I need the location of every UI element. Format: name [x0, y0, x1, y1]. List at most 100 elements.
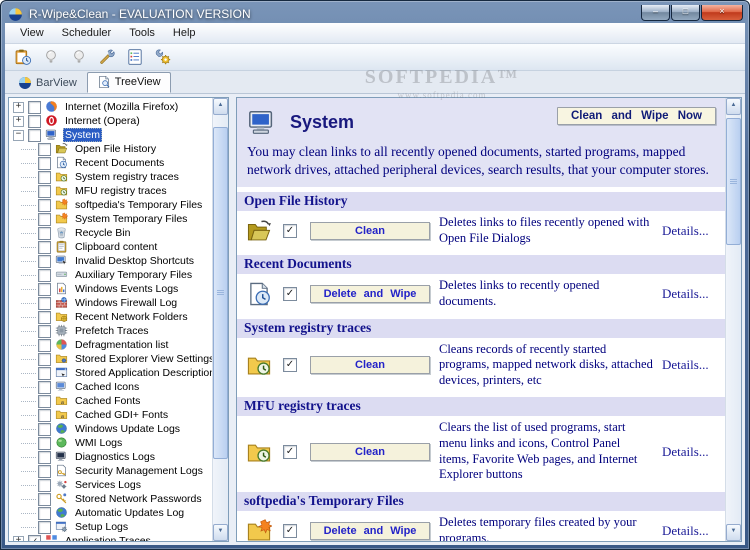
scroll-up-icon[interactable]: ▲: [726, 98, 741, 115]
section-checkbox[interactable]: ✓: [283, 224, 297, 238]
expand-icon[interactable]: +: [13, 102, 24, 113]
tree-item-label[interactable]: Clipboard content: [73, 240, 159, 254]
tree-checkbox[interactable]: ✓: [28, 535, 41, 542]
tree-scroll-thumb[interactable]: [213, 127, 228, 459]
tree-item-label[interactable]: Windows Events Logs: [73, 282, 180, 296]
toolbar-button-4[interactable]: [94, 46, 119, 68]
tree-checkbox[interactable]: [38, 395, 51, 408]
tree-item[interactable]: aCached GDI+ Fonts: [9, 408, 212, 422]
minimize-button[interactable]: –: [641, 5, 670, 21]
tree-item[interactable]: − System: [9, 128, 212, 142]
tree-checkbox[interactable]: [28, 101, 41, 114]
tree-checkbox[interactable]: [38, 241, 51, 254]
expand-icon[interactable]: +: [13, 536, 24, 542]
tree-checkbox[interactable]: [38, 353, 51, 366]
tree-item[interactable]: Windows Events Logs: [9, 282, 212, 296]
tree-item-label[interactable]: Recent Documents: [73, 156, 166, 170]
tree-item[interactable]: softpedia's Temporary Files: [9, 198, 212, 212]
tree-item-label[interactable]: softpedia's Temporary Files: [73, 198, 204, 212]
section-checkbox[interactable]: ✓: [283, 287, 297, 301]
tree-item-label[interactable]: Auxiliary Temporary Files: [73, 268, 194, 282]
expand-icon[interactable]: +: [13, 116, 24, 127]
tree-item-label[interactable]: Cached Fonts: [73, 394, 142, 408]
tree-item-label[interactable]: Windows Update Logs: [73, 422, 182, 436]
tree-item[interactable]: Prefetch Traces: [9, 324, 212, 338]
tree-item[interactable]: Stored Network Passwords: [9, 492, 212, 506]
details-link[interactable]: Details...: [662, 357, 717, 373]
tree-item-label[interactable]: Services Logs: [73, 478, 143, 492]
tree-checkbox[interactable]: [38, 409, 51, 422]
scroll-down-icon[interactable]: ▼: [213, 524, 228, 541]
tree-item[interactable]: Recycle Bin: [9, 226, 212, 240]
menu-scheduler[interactable]: Scheduler: [53, 25, 121, 41]
tree-checkbox[interactable]: [38, 437, 51, 450]
tree-item[interactable]: System registry traces: [9, 170, 212, 184]
collapse-icon[interactable]: −: [13, 130, 24, 141]
tree-item[interactable]: Windows Update Logs: [9, 422, 212, 436]
tree-checkbox[interactable]: [38, 367, 51, 380]
tree-item[interactable]: Defragmentation list: [9, 338, 212, 352]
tab-barview[interactable]: BarView: [8, 73, 87, 93]
tree-item[interactable]: System Temporary Files: [9, 212, 212, 226]
tree-item-label[interactable]: Stored Application Descriptions: [73, 366, 212, 380]
clean-button[interactable]: Delete and Wipe: [310, 285, 430, 303]
tree-item-label[interactable]: System: [63, 128, 102, 142]
tree-item[interactable]: + Internet (Opera): [9, 114, 212, 128]
tree-item[interactable]: Windows Firewall Log: [9, 296, 212, 310]
section-checkbox[interactable]: ✓: [283, 358, 297, 372]
tree-item[interactable]: Diagnostics Logs: [9, 450, 212, 464]
tree-checkbox[interactable]: [38, 185, 51, 198]
tree-checkbox[interactable]: [38, 507, 51, 520]
tree-checkbox[interactable]: [38, 143, 51, 156]
close-button[interactable]: ×: [701, 5, 743, 21]
details-link[interactable]: Details...: [662, 223, 717, 239]
tree-checkbox[interactable]: [38, 157, 51, 170]
panel-scrollbar[interactable]: ▲ ▼: [725, 98, 741, 541]
tree-checkbox[interactable]: [38, 451, 51, 464]
tree-checkbox[interactable]: [38, 227, 51, 240]
menu-tools[interactable]: Tools: [120, 25, 164, 41]
tree-item[interactable]: Invalid Desktop Shortcuts: [9, 254, 212, 268]
tree-checkbox[interactable]: [38, 465, 51, 478]
tree-item[interactable]: aCached Fonts: [9, 394, 212, 408]
toolbar-button-1[interactable]: [10, 46, 35, 68]
tree-item-label[interactable]: Stored Network Passwords: [73, 492, 204, 506]
scroll-down-icon[interactable]: ▼: [726, 524, 741, 541]
tree-checkbox[interactable]: [38, 521, 51, 534]
menu-help[interactable]: Help: [164, 25, 205, 41]
scroll-up-icon[interactable]: ▲: [213, 98, 228, 115]
menu-view[interactable]: View: [11, 25, 53, 41]
clean-and-wipe-now-button[interactable]: Clean and Wipe Now: [557, 107, 716, 125]
tree-item[interactable]: WMI Logs: [9, 436, 212, 450]
toolbar-button-3[interactable]: [66, 46, 91, 68]
section-checkbox[interactable]: ✓: [283, 524, 297, 538]
tree-item-label[interactable]: MFU registry traces: [73, 184, 169, 198]
tree-item[interactable]: Recent Network Folders: [9, 310, 212, 324]
tree-checkbox[interactable]: [38, 213, 51, 226]
tab-treeview[interactable]: TreeView: [87, 72, 171, 93]
tree-item-label[interactable]: Security Management Logs: [73, 464, 205, 478]
tree-item-label[interactable]: Automatic Updates Log: [73, 506, 186, 520]
toolbar-button-2[interactable]: [38, 46, 63, 68]
tree-item[interactable]: Automatic Updates Log: [9, 506, 212, 520]
tree-item-label[interactable]: Cached GDI+ Fonts: [73, 408, 170, 422]
tree-item[interactable]: Recent Documents: [9, 156, 212, 170]
tree-item-label[interactable]: Defragmentation list: [73, 338, 170, 352]
tree-item-label[interactable]: Internet (Mozilla Firefox): [63, 100, 180, 114]
clean-button[interactable]: Clean: [310, 356, 430, 374]
tree-checkbox[interactable]: [38, 479, 51, 492]
tree-checkbox[interactable]: [38, 311, 51, 324]
tree-item[interactable]: +✓Application Traces: [9, 534, 212, 541]
tree-item[interactable]: Stored Application Descriptions: [9, 366, 212, 380]
clean-button[interactable]: Delete and Wipe: [310, 522, 430, 540]
tree-checkbox[interactable]: [38, 297, 51, 310]
tree-checkbox[interactable]: [38, 339, 51, 352]
tree-item-label[interactable]: Internet (Opera): [63, 114, 142, 128]
tree-checkbox[interactable]: [38, 493, 51, 506]
tree-item-label[interactable]: Prefetch Traces: [73, 324, 151, 338]
tree-checkbox[interactable]: [28, 115, 41, 128]
tree-checkbox[interactable]: [38, 171, 51, 184]
tree-scrollbar[interactable]: ▲ ▼: [212, 98, 228, 541]
tree-item-label[interactable]: Windows Firewall Log: [73, 296, 179, 310]
tree-item-label[interactable]: Cached Icons: [73, 380, 141, 394]
